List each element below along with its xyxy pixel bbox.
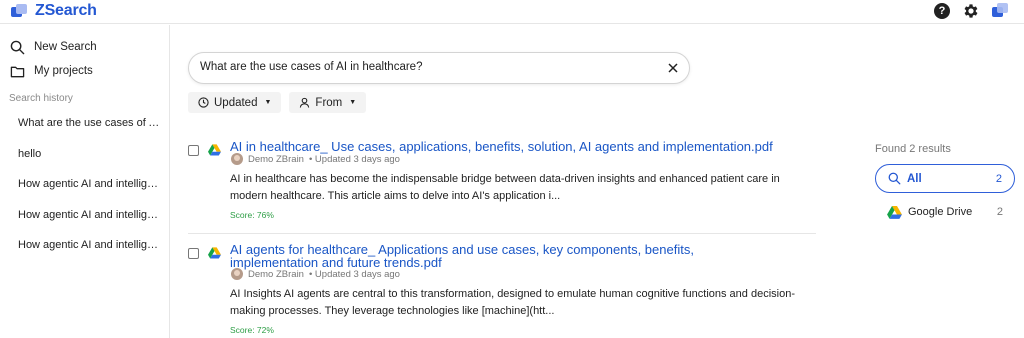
result-item: AI in healthcare_ Use cases, application… [188, 140, 816, 226]
result-author: Demo ZBrain [248, 268, 304, 280]
search-input[interactable] [200, 61, 640, 73]
person-icon [300, 97, 310, 108]
source-drive-count: 2 [996, 206, 1003, 218]
result-title-link[interactable]: AI agents for healthcare_ Applications a… [230, 243, 750, 269]
result-checkbox[interactable] [188, 248, 199, 259]
google-drive-icon [208, 144, 221, 156]
history-item-label: What are the use cases of AI in healthca… [18, 117, 163, 130]
my-projects-label: My projects [34, 65, 93, 77]
search-icon [10, 40, 25, 54]
gear-icon[interactable] [962, 2, 980, 20]
top-actions: ? [934, 2, 1010, 20]
history-item-label: hello [18, 147, 42, 160]
top-bar: ZSearch ? [0, 0, 1024, 24]
history-item[interactable]: How agentic AI and intelligent automatio… [0, 169, 169, 200]
close-icon[interactable] [667, 62, 679, 74]
avatar [231, 153, 243, 165]
history-item[interactable]: How agentic AI and intelligent automatio… [0, 200, 169, 231]
apps-icon[interactable] [992, 3, 1010, 19]
result-updated: • Updated 3 days ago [308, 153, 400, 165]
zsearch-logo-icon [11, 4, 29, 18]
clock-icon [198, 97, 209, 108]
from-filter-label: From [315, 96, 343, 109]
search-bar [188, 52, 690, 84]
source-filter-google-drive[interactable]: Google Drive 2 [875, 201, 1015, 223]
source-drive-label: Google Drive [908, 206, 973, 218]
result-title-link[interactable]: AI in healthcare_ Use cases, application… [230, 140, 820, 153]
history-item[interactable]: How agentic AI and intelligent automatio… [0, 230, 169, 261]
search-history-list: What are the use cases of AI in healthca… [0, 108, 169, 261]
history-item-label: How agentic AI and intelligent automatio… [18, 178, 163, 191]
history-item[interactable]: hello [0, 139, 169, 170]
result-score: Score: 72% [230, 325, 274, 335]
source-all-label: All [907, 172, 922, 185]
result-item: AI agents for healthcare_ Applications a… [188, 243, 816, 337]
source-all-count: 2 [995, 172, 1002, 185]
history-item-label: How agentic AI and intelligent automatio… [18, 208, 163, 221]
new-search-button[interactable]: New Search [10, 35, 97, 59]
updated-filter-button[interactable]: Updated ▼ [188, 92, 282, 113]
caret-down-icon: ▼ [264, 99, 272, 106]
caret-down-icon: ▼ [349, 99, 357, 106]
folder-icon [10, 66, 25, 77]
result-score: Score: 76% [230, 210, 274, 220]
sidebar: New Search My projects Search history Wh… [0, 25, 170, 338]
result-checkbox[interactable] [188, 145, 199, 156]
result-author: Demo ZBrain [248, 153, 304, 165]
filter-bar: Updated ▼ From ▼ [188, 92, 367, 113]
results-count: Found 2 results [875, 143, 951, 155]
result-meta: Demo ZBrain • Updated 3 days ago [231, 153, 400, 165]
source-filter-all[interactable]: All 2 [875, 164, 1015, 193]
updated-filter-label: Updated [214, 96, 258, 109]
help-icon[interactable]: ? [934, 3, 950, 19]
google-drive-icon [887, 205, 902, 219]
app-name: ZSearch [35, 2, 97, 19]
app-logo[interactable]: ZSearch [11, 2, 97, 20]
google-drive-icon [208, 247, 221, 259]
from-filter-button[interactable]: From ▼ [289, 92, 367, 113]
history-item-label: How agentic AI and intelligent automatio… [18, 239, 163, 252]
avatar [231, 268, 243, 280]
result-snippet: AI Insights AI agents are central to thi… [230, 288, 795, 317]
result-updated: • Updated 3 days ago [308, 268, 400, 280]
result-snippet: AI in healthcare has become the indispen… [230, 173, 780, 202]
history-item[interactable]: What are the use cases of AI in healthca… [0, 108, 169, 139]
new-search-label: New Search [34, 41, 97, 53]
sidebar-nav: New Search My projects [10, 35, 97, 83]
my-projects-button[interactable]: My projects [10, 59, 97, 83]
result-divider [188, 233, 816, 234]
search-icon [888, 172, 901, 185]
result-meta: Demo ZBrain • Updated 3 days ago [231, 268, 400, 280]
search-history-label: Search history [9, 93, 73, 104]
